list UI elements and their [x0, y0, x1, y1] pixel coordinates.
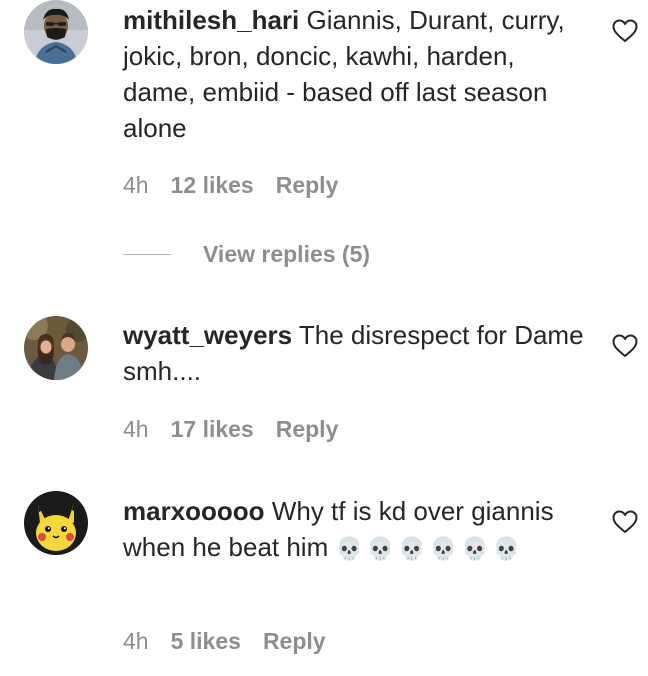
username[interactable]: marxooooo	[123, 496, 265, 526]
likes-count[interactable]: 5 likes	[171, 628, 241, 654]
user-avatar-couple-photo-icon	[24, 316, 88, 380]
avatar[interactable]	[24, 316, 88, 380]
username[interactable]: wyatt_weyers	[123, 320, 292, 350]
reply-button[interactable]: Reply	[263, 628, 326, 654]
comment-meta: 4h 17 likes Reply	[123, 416, 360, 443]
comment-meta: 4h 5 likes Reply	[123, 628, 348, 655]
timestamp[interactable]: 4h	[123, 172, 149, 198]
comment-text: wyatt_weyers The disrespect for Dame smh…	[123, 317, 593, 389]
avatar[interactable]	[24, 491, 88, 555]
timestamp[interactable]: 4h	[123, 416, 149, 442]
user-avatar-masked-man-icon	[24, 0, 88, 64]
view-replies-button[interactable]: View replies (5)	[203, 241, 370, 268]
reply-button[interactable]: Reply	[276, 172, 339, 198]
view-replies[interactable]: View replies (5)	[123, 240, 370, 268]
comment-text: marxooooo Why tf is kd over giannis when…	[123, 493, 593, 568]
heart-outline-icon	[612, 510, 638, 533]
comment-meta: 4h 12 likes Reply	[123, 172, 360, 199]
likes-count[interactable]: 12 likes	[171, 172, 254, 198]
heart-outline-icon	[612, 334, 638, 357]
timestamp[interactable]: 4h	[123, 628, 149, 654]
divider	[123, 253, 171, 255]
like-button[interactable]	[612, 334, 638, 358]
username[interactable]: mithilesh_hari	[123, 5, 299, 35]
avatar[interactable]	[24, 0, 88, 64]
like-button[interactable]	[612, 510, 638, 534]
comment-text: mithilesh_hari Giannis, Durant, curry, j…	[123, 2, 593, 146]
reply-button[interactable]: Reply	[276, 416, 339, 442]
like-button[interactable]	[612, 19, 638, 43]
user-avatar-pikachu-icon	[24, 491, 88, 555]
skull-emoji: 💀💀💀💀💀💀	[335, 537, 524, 562]
heart-outline-icon	[612, 19, 638, 42]
likes-count[interactable]: 17 likes	[171, 416, 254, 442]
